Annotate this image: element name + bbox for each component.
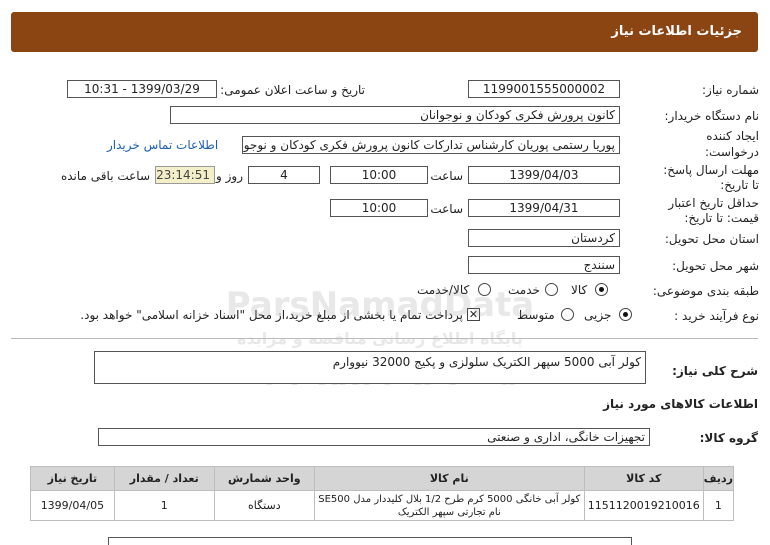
price-validity-label-2: قیمت: تا تاریخ: <box>684 211 759 225</box>
treasury-payment-note: پرداخت تمام یا بخشی از مبلغ خرید،از محل … <box>80 308 463 322</box>
remaining-time-field: 23:14:51 <box>155 166 215 184</box>
remaining-days-field: 4 <box>248 166 320 184</box>
description-label: شرح کلی نیاز: <box>672 364 758 378</box>
cell-name-line2: نام تجارتی سپهر الکتریک <box>397 506 501 518</box>
process-medium-radio[interactable] <box>561 308 574 321</box>
description-field: کولر آبی 5000 سپهر الکتریک سلولزی و پکیج… <box>94 351 646 384</box>
col-row-header: ردیف <box>702 466 735 491</box>
col-date-header: تاریخ نیاز <box>30 466 115 491</box>
reply-deadline-label-2: تا تاریخ: <box>720 178 759 192</box>
creator-label-1: ایجاد کننده <box>706 129 759 143</box>
need-number-label: شماره نیاز: <box>702 83 759 97</box>
cell-name-line1: کولر آبی خانگی 5000 کرم طرح 1/2 بلال کلی… <box>318 493 581 505</box>
cell-row: 1 <box>702 490 735 521</box>
category-goods-service-label: کالا/خدمت <box>417 283 470 297</box>
process-label: نوع فرآیند خرید : <box>674 309 759 323</box>
goods-group-label: گروه کالا: <box>699 431 758 445</box>
creator-label-2: درخواست: <box>705 145 759 159</box>
category-goods-label: کالا <box>571 283 588 297</box>
table-header-row: ردیف کد کالا نام کالا واحد شمارش تعداد /… <box>30 466 735 491</box>
reply-deadline-label-1: مهلت ارسال پاسخ: <box>663 163 759 177</box>
goods-table: ردیف کد کالا نام کالا واحد شمارش تعداد /… <box>30 466 735 521</box>
category-service-radio[interactable] <box>545 283 558 296</box>
province-field: کردستان <box>468 229 620 247</box>
reply-time-label: ساعت <box>430 169 463 183</box>
process-medium-label: متوسط <box>517 308 555 322</box>
category-goods-service-radio[interactable] <box>478 283 491 296</box>
province-label: استان محل تحویل: <box>664 232 759 246</box>
process-minor-radio[interactable] <box>619 308 632 321</box>
price-date-field: 1399/04/31 <box>468 199 620 217</box>
price-validity-label-1: حداقل تاریخ اعتبار <box>668 196 759 210</box>
cell-unit: دستگاه <box>213 490 315 521</box>
reply-time-field: 10:00 <box>330 166 428 184</box>
buyer-label: نام دستگاه خریدار: <box>664 109 760 123</box>
price-time-label: ساعت <box>430 202 463 216</box>
reply-date-field: 1399/04/03 <box>468 166 620 184</box>
process-minor-label: جزیی <box>584 308 612 322</box>
remaining-time-label: ساعت باقی مانده <box>60 169 150 183</box>
buyer-contact-link[interactable]: اطلاعات تماس خریدار <box>107 138 218 152</box>
goods-group-field: تجهیزات خانگی، اداری و صنعتی <box>98 428 650 446</box>
page-title: جزئیات اطلاعات نیاز <box>611 24 742 39</box>
col-qty-header: تعداد / مقدار <box>113 466 215 491</box>
table-row: 1 1151120019210016 کولر آبی خانگی 5000 ک… <box>30 490 735 521</box>
page-header: جزئیات اطلاعات نیاز <box>11 12 758 52</box>
col-name-header: نام کالا <box>313 466 585 491</box>
price-time-field: 10:00 <box>330 199 428 217</box>
category-service-label: خدمت <box>508 283 540 297</box>
buyer-field: کانون پرورش فکری کودکان و نوجوانان <box>170 106 620 124</box>
need-number-field: 1199001555000002 <box>468 80 620 98</box>
col-unit-header: واحد شمارش <box>213 466 315 491</box>
goods-section-title: اطلاعات کالاهای مورد نیاز <box>603 397 758 411</box>
announce-label: تاریخ و ساعت اعلان عمومی: <box>220 83 365 97</box>
days-label: روز و <box>216 169 243 183</box>
col-code-header: کد کالا <box>583 466 704 491</box>
city-field: سنندج <box>468 256 620 274</box>
cell-name: کولر آبی خانگی 5000 کرم طرح 1/2 بلال کلی… <box>313 490 585 521</box>
category-goods-radio[interactable] <box>595 283 608 296</box>
cell-qty: 1 <box>113 490 215 521</box>
divider <box>11 338 758 339</box>
announce-field: 1399/03/29 - 10:31 <box>67 80 217 98</box>
category-label: طبقه بندی موضوعی: <box>652 284 759 298</box>
city-label: شهر محل تحویل: <box>672 259 759 273</box>
creator-field: پوریا رستمی پوریان کارشناس تدارکات کانون… <box>242 136 620 154</box>
treasury-payment-checkbox[interactable]: ✕ <box>467 308 480 321</box>
cell-code: 1151120019210016 <box>583 490 704 521</box>
notes-box <box>108 537 632 545</box>
cell-date: 1399/04/05 <box>30 490 115 521</box>
